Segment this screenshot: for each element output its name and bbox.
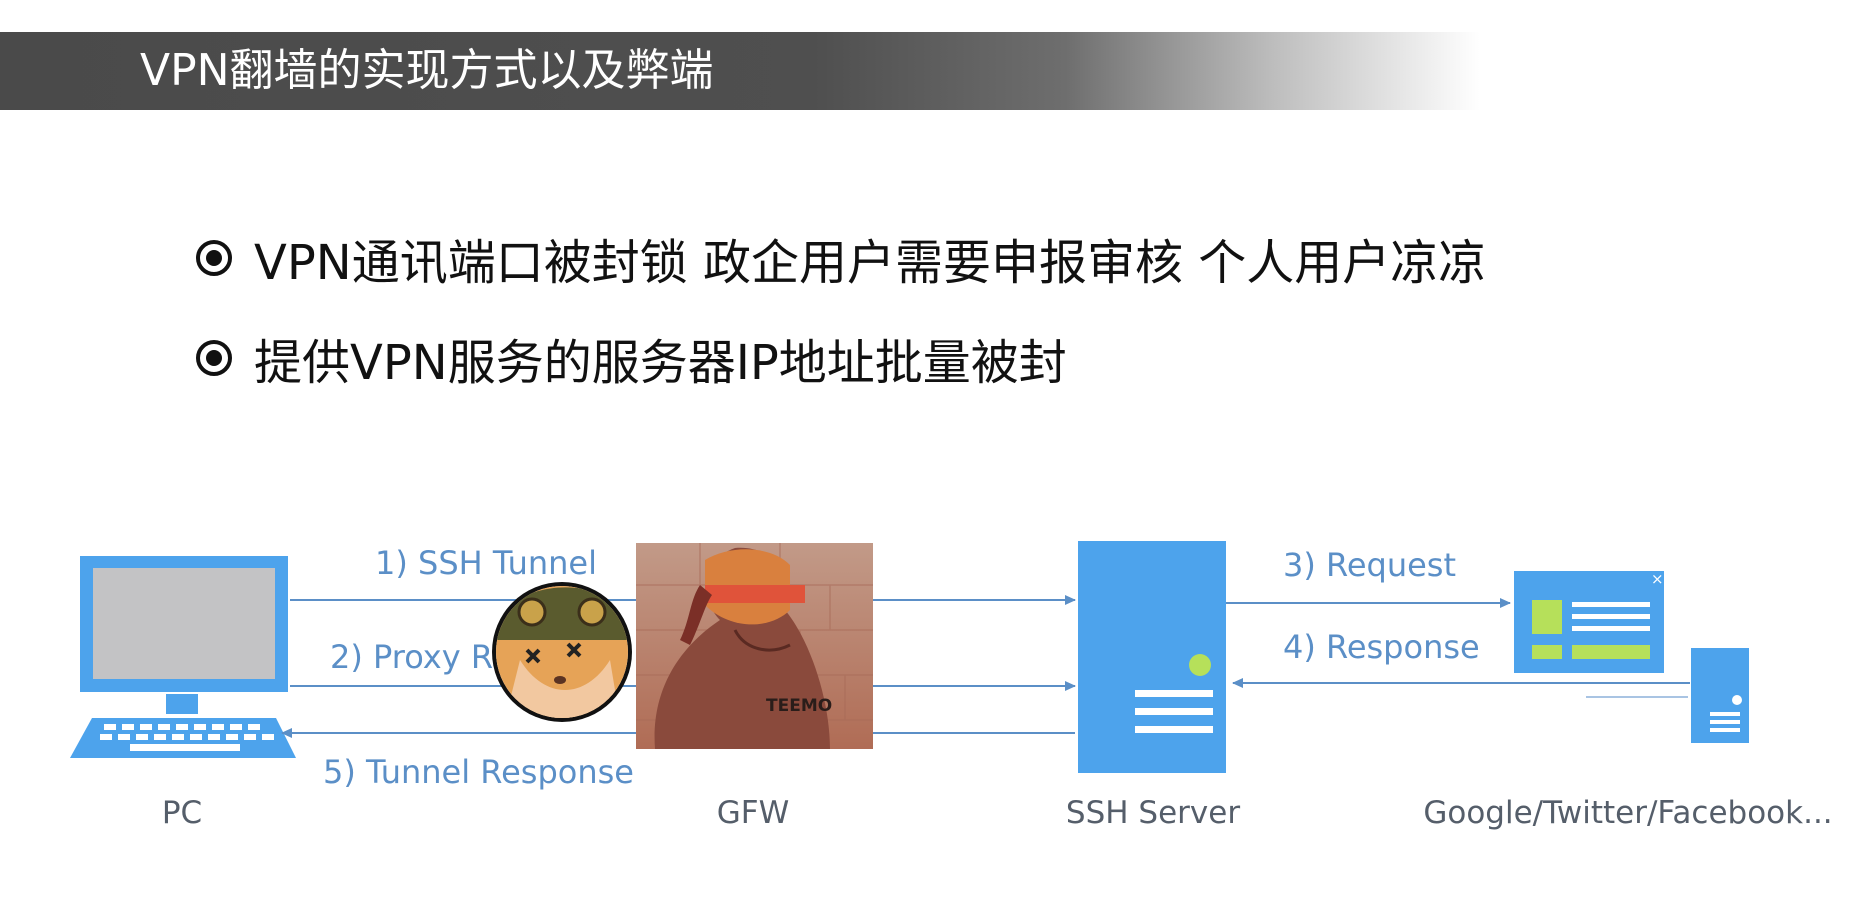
pc-icon xyxy=(70,556,296,758)
bullet-item: 提供VPN服务的服务器IP地址批量被封 xyxy=(196,326,1067,391)
bullet-icon xyxy=(196,240,232,276)
pc-caption: PC xyxy=(162,795,202,831)
response-label: 4) Response xyxy=(1283,628,1480,666)
request-label: 3) Request xyxy=(1283,546,1456,584)
gfw-character-image: TEEMO xyxy=(636,543,873,749)
ssh-server-icon xyxy=(1078,541,1226,773)
web-page-icon: × xyxy=(1514,570,1664,673)
proxy-label: 2) Proxy R xyxy=(330,638,493,676)
bullet-text: 提供VPN服务的服务器IP地址批量被封 xyxy=(254,335,1067,391)
bullet-item: VPN通讯端口被封锁 政企用户需要申报审核 个人用户凉凉 xyxy=(196,226,1487,291)
ssh-server-caption: SSH Server xyxy=(1066,795,1240,831)
network-diagram: TEEMO 1) SSH Tunnel 2) Proxy R 5) Tunnel… xyxy=(70,541,1833,831)
bullet-text: VPN通讯端口被封锁 政企用户需要申报审核 个人用户凉凉 xyxy=(254,235,1487,291)
teemo-avatar xyxy=(492,582,632,722)
gfw-caption: GFW xyxy=(717,795,790,831)
svg-text:×: × xyxy=(1651,570,1664,588)
web-server-icon xyxy=(1691,648,1749,743)
page-title: VPN翻墙的实现方式以及弊端 xyxy=(140,45,714,96)
teemo-watermark: TEEMO xyxy=(766,696,832,716)
tunnel-response-label: 5) Tunnel Response xyxy=(323,753,634,791)
bullet-icon xyxy=(196,340,232,376)
ssh-tunnel-label: 1) SSH Tunnel xyxy=(375,544,597,582)
sites-caption: Google/Twitter/Facebook... xyxy=(1423,795,1832,831)
